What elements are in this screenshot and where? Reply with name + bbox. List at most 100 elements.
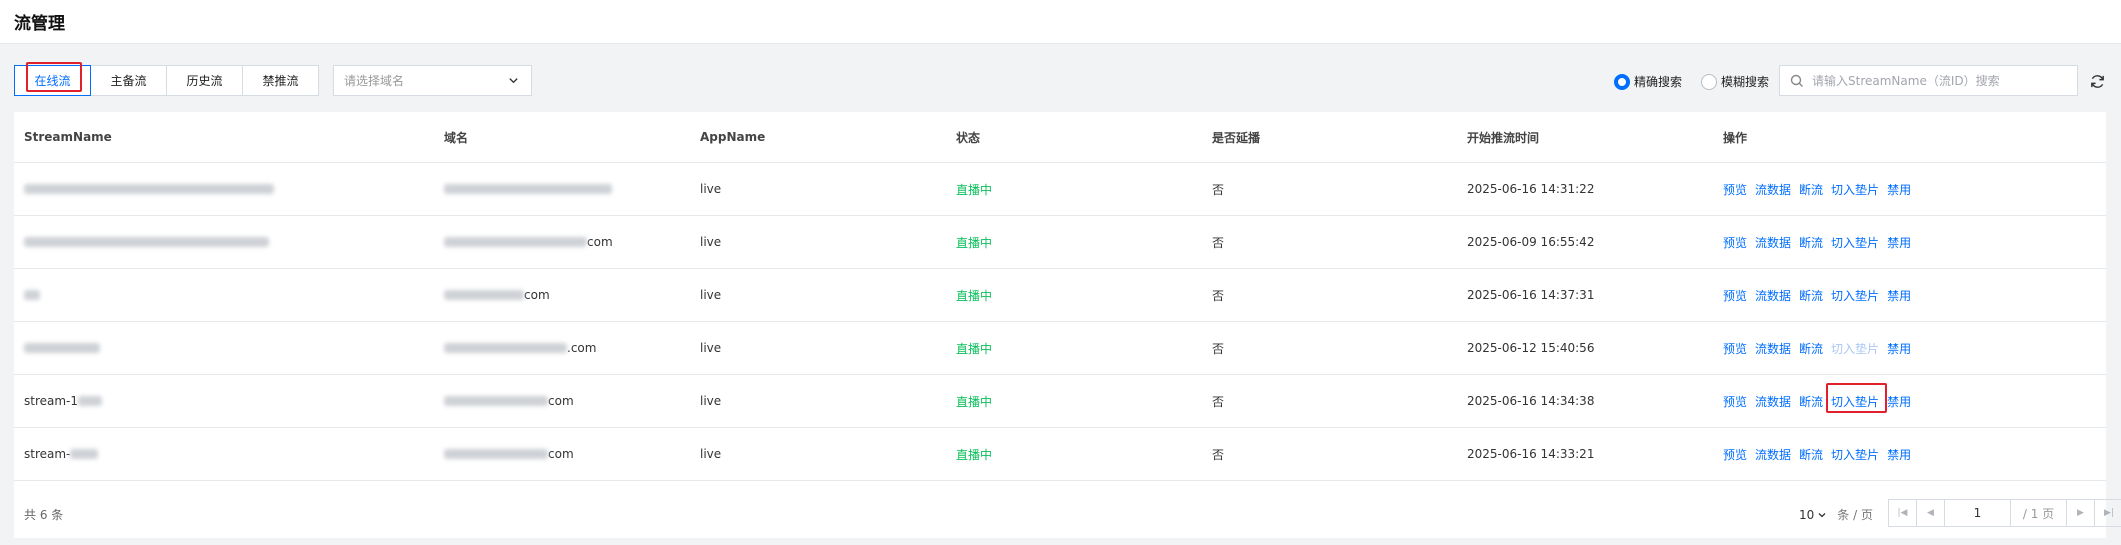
refresh-icon[interactable] bbox=[2089, 73, 2106, 90]
column-header-streamname: StreamName bbox=[24, 130, 112, 144]
insert-slate-link[interactable]: 切入垫片 bbox=[1831, 181, 1879, 198]
redacted-domain bbox=[444, 290, 524, 300]
preview-link[interactable]: 预览 bbox=[1723, 234, 1747, 251]
cut-stream-link[interactable]: 断流 bbox=[1799, 287, 1823, 304]
stream-name-cell bbox=[24, 322, 100, 374]
stream-data-link[interactable]: 流数据 bbox=[1755, 287, 1791, 304]
redacted-domain bbox=[444, 237, 587, 247]
tab-master-backup-streams[interactable]: 主备流 bbox=[90, 65, 167, 96]
app-name-cell: live bbox=[700, 447, 722, 461]
first-page-icon[interactable]: |◀ bbox=[1889, 500, 1917, 526]
actions-cell: 预览 流数据 断流 切入垫片 禁用 bbox=[1723, 428, 1919, 480]
stream-name-cell: stream- bbox=[24, 428, 99, 480]
delay-cell: 否 bbox=[1212, 182, 1225, 197]
stream-data-link[interactable]: 流数据 bbox=[1755, 446, 1791, 463]
table-footer: 共 6 条 10 条 / 页 |◀ ◀ 1 / 1 页 ▶ ▶| bbox=[14, 490, 2121, 538]
cut-stream-link[interactable]: 断流 bbox=[1799, 181, 1823, 198]
start-time-cell: 2025-06-12 15:40:56 bbox=[1467, 341, 1595, 355]
delay-cell: 否 bbox=[1212, 447, 1225, 462]
stream-data-link[interactable]: 流数据 bbox=[1755, 181, 1791, 198]
cut-stream-link[interactable]: 断流 bbox=[1799, 393, 1823, 410]
domain-cell: com bbox=[444, 269, 550, 321]
column-header-appname: AppName bbox=[700, 130, 766, 144]
preview-link[interactable]: 预览 bbox=[1723, 446, 1747, 463]
domain-select[interactable]: 请选择域名 bbox=[333, 65, 532, 96]
prev-page-icon[interactable]: ◀ bbox=[1917, 500, 1945, 526]
radio-unchecked-icon bbox=[1701, 73, 1717, 90]
status-cell: 直播中 bbox=[956, 235, 993, 250]
app-name-cell: live bbox=[700, 182, 722, 196]
pagination: |◀ ◀ 1 / 1 页 ▶ ▶| bbox=[1888, 499, 2121, 527]
ban-link[interactable]: 禁用 bbox=[1887, 234, 1911, 251]
tab-banned-streams[interactable]: 禁推流 bbox=[242, 65, 319, 96]
redacted-domain bbox=[444, 184, 612, 194]
column-header-delay: 是否延播 bbox=[1212, 130, 1261, 145]
cut-stream-link[interactable]: 断流 bbox=[1799, 446, 1823, 463]
table-row: stream- com live 直播中 否 2025-06-16 14:33:… bbox=[14, 428, 2106, 481]
stream-name-cell bbox=[24, 163, 274, 215]
actions-cell: 预览 流数据 断流 切入垫片 禁用 bbox=[1723, 322, 1919, 374]
page-size-unit: 条 / 页 bbox=[1837, 508, 1873, 522]
app-name-cell: live bbox=[700, 235, 722, 249]
delay-cell: 否 bbox=[1212, 235, 1225, 250]
preview-link[interactable]: 预览 bbox=[1723, 287, 1747, 304]
preview-link[interactable]: 预览 bbox=[1723, 340, 1747, 357]
stream-name-text: stream-1 bbox=[24, 394, 79, 408]
insert-slate-link[interactable]: 切入垫片 bbox=[1831, 446, 1879, 463]
insert-slate-link[interactable]: 切入垫片 bbox=[1831, 234, 1879, 251]
domain-cell: com bbox=[444, 216, 613, 268]
total-count: 共 6 条 bbox=[24, 508, 64, 522]
search-icon bbox=[1790, 74, 1803, 87]
fuzzy-search-radio[interactable]: 模糊搜索 bbox=[1701, 73, 1769, 90]
search-input[interactable] bbox=[1812, 73, 2062, 88]
stream-name-cell bbox=[24, 216, 269, 268]
table-row: com live 直播中 否 2025-06-09 16:55:42 预览 流数… bbox=[14, 216, 2106, 269]
actions-cell: 预览 流数据 断流 切入垫片 禁用 bbox=[1723, 269, 1919, 321]
last-page-icon[interactable]: ▶| bbox=[2095, 500, 2121, 526]
chevron-down-icon bbox=[1818, 512, 1826, 517]
page-size-select[interactable]: 10 条 / 页 bbox=[1799, 506, 1873, 523]
delay-cell: 否 bbox=[1212, 288, 1225, 303]
insert-slate-link-highlighted[interactable]: 切入垫片 bbox=[1831, 393, 1879, 410]
redacted-domain bbox=[444, 396, 548, 406]
table-header: StreamName 域名 AppName 状态 是否延播 开始推流时间 操作 bbox=[14, 112, 2106, 163]
fuzzy-search-label: 模糊搜索 bbox=[1721, 75, 1770, 89]
domain-cell: com bbox=[444, 375, 574, 427]
stream-data-link[interactable]: 流数据 bbox=[1755, 393, 1791, 410]
stream-data-link[interactable]: 流数据 bbox=[1755, 340, 1791, 357]
ban-link[interactable]: 禁用 bbox=[1887, 393, 1911, 410]
column-header-domain: 域名 bbox=[444, 130, 469, 145]
filter-bar: 在线流 主备流 历史流 禁推流 请选择域名 精确搜索 模糊搜索 bbox=[0, 44, 2121, 112]
start-time-cell: 2025-06-16 14:33:21 bbox=[1467, 447, 1595, 461]
tab-history-streams[interactable]: 历史流 bbox=[166, 65, 243, 96]
ban-link[interactable]: 禁用 bbox=[1887, 181, 1911, 198]
cut-stream-link[interactable]: 断流 bbox=[1799, 234, 1823, 251]
ban-link[interactable]: 禁用 bbox=[1887, 287, 1911, 304]
preview-link[interactable]: 预览 bbox=[1723, 181, 1747, 198]
actions-cell: 预览 流数据 断流 切入垫片 禁用 bbox=[1723, 216, 1919, 268]
start-time-cell: 2025-06-16 14:37:31 bbox=[1467, 288, 1595, 302]
preview-link[interactable]: 预览 bbox=[1723, 393, 1747, 410]
exact-search-radio[interactable]: 精确搜索 bbox=[1614, 73, 1682, 90]
page-header: 流管理 bbox=[0, 0, 2121, 44]
table-row: .com live 直播中 否 2025-06-12 15:40:56 预览 流… bbox=[14, 322, 2106, 375]
actions-cell: 预览 流数据 断流 切入垫片 禁用 bbox=[1723, 163, 1919, 215]
status-cell: 直播中 bbox=[956, 394, 993, 409]
status-cell: 直播中 bbox=[956, 341, 993, 356]
app-name-cell: live bbox=[700, 341, 722, 355]
actions-cell: 预览 流数据 断流 切入垫片 禁用 bbox=[1723, 375, 1919, 427]
insert-slate-link[interactable]: 切入垫片 bbox=[1831, 287, 1879, 304]
table-row: com live 直播中 否 2025-06-16 14:37:31 预览 流数… bbox=[14, 269, 2106, 322]
start-time-cell: 2025-06-09 16:55:42 bbox=[1467, 235, 1595, 249]
cut-stream-link[interactable]: 断流 bbox=[1799, 340, 1823, 357]
delay-cell: 否 bbox=[1212, 394, 1225, 409]
redacted-domain bbox=[444, 343, 567, 353]
page-number-input[interactable]: 1 bbox=[1945, 500, 2011, 526]
tab-online-streams[interactable]: 在线流 bbox=[14, 65, 91, 96]
redacted-stream-name bbox=[24, 237, 269, 247]
delay-cell: 否 bbox=[1212, 341, 1225, 356]
next-page-icon[interactable]: ▶ bbox=[2067, 500, 2095, 526]
ban-link[interactable]: 禁用 bbox=[1887, 340, 1911, 357]
ban-link[interactable]: 禁用 bbox=[1887, 446, 1911, 463]
stream-data-link[interactable]: 流数据 bbox=[1755, 234, 1791, 251]
